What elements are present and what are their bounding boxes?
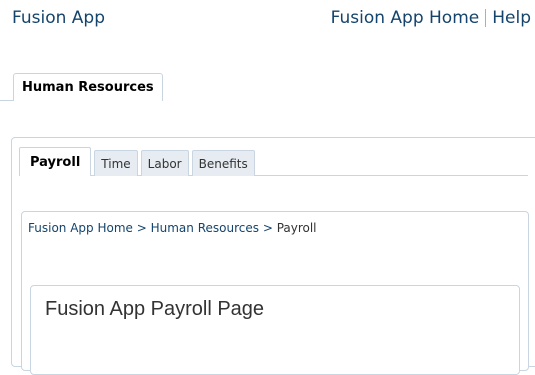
sub-tabs: Payroll Time Labor Benefits — [19, 147, 258, 176]
global-links: Fusion App Home Help — [331, 8, 531, 28]
tab-benefits[interactable]: Benefits — [191, 150, 255, 176]
breadcrumb: Fusion App Home > Human Resources > Payr… — [28, 221, 317, 235]
breadcrumb-current: Payroll — [276, 221, 317, 235]
tab-label: Benefits — [198, 156, 248, 171]
tab-payroll[interactable]: Payroll — [19, 147, 92, 176]
tab-labor[interactable]: Labor — [140, 150, 189, 176]
app-title: Fusion App — [12, 8, 105, 28]
tab-label: Human Resources — [22, 80, 154, 95]
tab-human-resources[interactable]: Human Resources — [13, 73, 163, 101]
tab-time[interactable]: Time — [94, 150, 138, 176]
breadcrumb-separator: > — [136, 221, 151, 235]
breadcrumb-home[interactable]: Fusion App Home — [28, 221, 133, 235]
tab-label: Time — [101, 156, 131, 171]
breadcrumb-separator: > — [262, 221, 277, 235]
breadcrumb-human-resources[interactable]: Human Resources — [151, 221, 259, 235]
help-link[interactable]: Help — [492, 8, 531, 28]
tab-label: Labor — [147, 156, 182, 171]
home-link[interactable]: Fusion App Home — [331, 8, 480, 28]
link-separator — [485, 9, 487, 27]
tab-baseline — [0, 100, 13, 101]
page-title: Fusion App Payroll Page — [45, 298, 265, 320]
tab-label: Payroll — [30, 154, 81, 170]
